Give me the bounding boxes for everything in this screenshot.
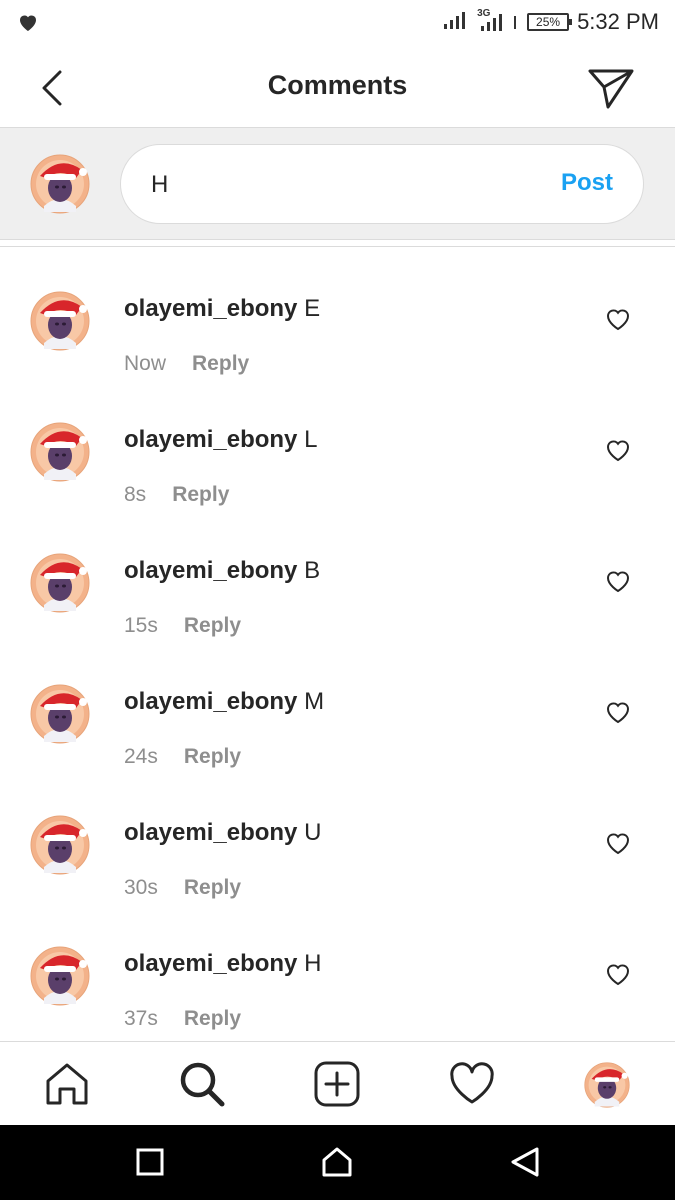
username[interactable]: olayemi_ebony (124, 295, 297, 322)
timestamp: Now (124, 352, 167, 375)
avatar[interactable] (30, 684, 90, 744)
comment-body: U (304, 819, 322, 846)
comment-meta: 15s Reply (124, 614, 241, 638)
avatar[interactable] (30, 815, 90, 875)
recents-button[interactable] (133, 1145, 167, 1179)
username[interactable]: olayemi_ebony (124, 950, 297, 977)
comment-meta: 30s Reply (124, 876, 241, 900)
list-item: olayemi_ebony B 15s Reply (0, 509, 675, 640)
timestamp: 37s (124, 1007, 158, 1030)
list-item: olayemi_ebony E Now Reply (0, 247, 675, 378)
list-item: olayemi_ebony U 30s Reply (0, 771, 675, 902)
comment-meta: 37s Reply (124, 1007, 241, 1031)
nav-add-post[interactable] (313, 1060, 361, 1108)
reply-button[interactable]: Reply (192, 352, 249, 375)
comment-body: L (304, 426, 318, 453)
page-title: Comments (267, 70, 408, 100)
profile-avatar[interactable] (584, 1062, 630, 1108)
send-button[interactable] (585, 62, 637, 114)
avatar[interactable] (30, 553, 90, 613)
comment-text: olayemi_ebony L (124, 426, 317, 454)
nav-activity[interactable] (448, 1060, 496, 1108)
avatar[interactable] (30, 946, 90, 1006)
activity-heart-icon (450, 1062, 494, 1104)
comment-body: E (304, 295, 321, 322)
reply-button[interactable]: Reply (184, 876, 241, 899)
heart-outline-icon (606, 440, 630, 462)
status-bar: 3G 25% 5:32 PM (0, 0, 675, 44)
status-time: 5:32 PM (577, 9, 659, 34)
reply-button[interactable]: Reply (184, 745, 241, 768)
avatar (30, 154, 90, 214)
comment-meta: 8s Reply (124, 483, 229, 507)
like-button[interactable] (604, 698, 632, 726)
username[interactable]: olayemi_ebony (124, 688, 297, 715)
heart-outline-icon (606, 309, 630, 331)
system-back-button[interactable] (508, 1145, 542, 1179)
like-button[interactable] (604, 960, 632, 988)
timestamp: 15s (124, 614, 158, 637)
heart-outline-icon (606, 833, 630, 855)
search-icon (180, 1062, 225, 1107)
like-button[interactable] (604, 436, 632, 464)
nav-search[interactable] (178, 1060, 226, 1108)
comment-input[interactable] (151, 169, 531, 201)
timestamp: 30s (124, 876, 158, 899)
system-nav-bar (0, 1125, 675, 1200)
signal-bar-icon (513, 10, 519, 35)
comment-text: olayemi_ebony M (124, 688, 324, 716)
avatar[interactable] (30, 291, 90, 351)
add-post-icon (314, 1061, 360, 1107)
avatar[interactable] (30, 422, 90, 482)
recents-square-icon (136, 1148, 164, 1176)
bottom-nav (0, 1041, 675, 1125)
list-item: olayemi_ebony M 24s Reply (0, 640, 675, 771)
like-button[interactable] (604, 305, 632, 333)
system-home-button[interactable] (320, 1145, 354, 1179)
comment-composer: Post (0, 128, 675, 240)
nav-home[interactable] (43, 1060, 91, 1108)
comment-text: olayemi_ebony H (124, 950, 321, 978)
signal-icon (443, 10, 469, 35)
comment-text: olayemi_ebony U (124, 819, 321, 847)
timestamp: 24s (124, 745, 158, 768)
network-label: 3G (477, 8, 491, 19)
comment-meta: 24s Reply (124, 745, 241, 769)
comment-body: H (304, 950, 322, 977)
heart-outline-icon (606, 571, 630, 593)
reply-button[interactable]: Reply (184, 614, 241, 637)
heart-outline-icon (606, 702, 630, 724)
list-item: olayemi_ebony L 8s Reply (0, 378, 675, 509)
like-button[interactable] (604, 829, 632, 857)
status-indicators: 3G 25% 5:32 PM (443, 8, 659, 36)
network-signal-icon: 3G (477, 8, 505, 32)
username[interactable]: olayemi_ebony (124, 557, 297, 584)
username[interactable]: olayemi_ebony (124, 819, 297, 846)
comment-text: olayemi_ebony E (124, 295, 320, 323)
username[interactable]: olayemi_ebony (124, 426, 297, 453)
heart-outline-icon (606, 964, 630, 986)
home-triangle-icon (322, 1147, 352, 1177)
comment-body: M (304, 688, 325, 715)
timestamp: 8s (124, 483, 147, 506)
comment-meta: Now Reply (124, 352, 249, 376)
back-triangle-icon (511, 1147, 539, 1177)
comment-input-container: Post (120, 144, 644, 224)
battery-indicator: 25% (527, 13, 573, 31)
reply-button[interactable]: Reply (172, 483, 229, 506)
like-button[interactable] (604, 567, 632, 595)
heart-icon (16, 10, 40, 34)
list-item: olayemi_ebony H 37s Reply (0, 902, 675, 1033)
post-button[interactable]: Post (561, 169, 613, 197)
comment-list[interactable]: olayemi_ebony E Now Reply olayemi_ebony L… (0, 247, 675, 1041)
comment-text: olayemi_ebony B (124, 557, 320, 585)
comment-body: B (304, 557, 321, 584)
home-icon (46, 1063, 88, 1105)
header: Comments (0, 44, 675, 128)
reply-button[interactable]: Reply (184, 1007, 241, 1030)
paper-plane-icon (588, 69, 634, 109)
